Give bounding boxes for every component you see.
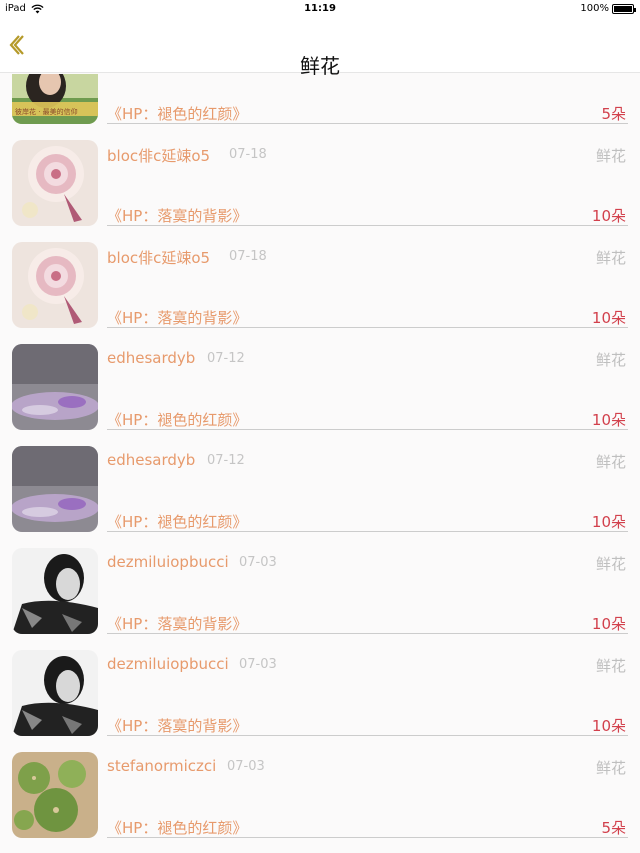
date: 07-18 <box>229 249 267 264</box>
flower-amount: 10朵 <box>591 309 626 327</box>
user-name[interactable]: stefanormiczci <box>107 757 216 775</box>
flower-gift-list[interactable]: 彼岸花 ‧ 最美的信仰 《HP：褪色的红颜》 5朵 bloc俳c延竦o5 07-… <box>0 74 640 853</box>
list-item[interactable]: edhesardyb 07-12 鲜花 《HP：褪色的红颜》 10朵 <box>0 446 640 548</box>
user-name[interactable]: edhesardyb <box>107 451 195 469</box>
book-title[interactable]: 《HP：落寞的背影》 <box>107 307 247 328</box>
list-item[interactable]: edhesardyb 07-12 鲜花 《HP：褪色的红颜》 10朵 <box>0 344 640 446</box>
avatar <box>12 446 98 532</box>
gift-type: 鲜花 <box>595 147 626 165</box>
flower-amount: 5朵 <box>601 105 626 123</box>
avatar <box>12 752 98 838</box>
flower-amount: 10朵 <box>591 615 626 633</box>
user-name[interactable]: dezmiluiopbucci <box>107 655 229 673</box>
avatar <box>12 140 98 226</box>
date: 07-03 <box>239 657 277 672</box>
avatar <box>12 242 98 328</box>
status-bar: iPad 11:19 100% <box>0 0 640 18</box>
book-title[interactable]: 《HP：褪色的红颜》 <box>107 817 247 838</box>
book-title[interactable]: 《HP：落寞的背影》 <box>107 613 247 634</box>
list-item[interactable]: bloc俳c延竦o5 07-18 鲜花 《HP：落寞的背影》 10朵 <box>0 140 640 242</box>
flower-amount: 10朵 <box>591 207 626 225</box>
list-item[interactable]: bloc俳c延竦o5 07-18 鲜花 《HP：落寞的背影》 10朵 <box>0 242 640 344</box>
date: 07-03 <box>239 555 277 570</box>
list-item[interactable]: stefanormiczci 07-03 鲜花 《HP：褪色的红颜》 5朵 <box>0 752 640 853</box>
flower-amount: 10朵 <box>591 513 626 531</box>
book-title[interactable]: 《HP：褪色的红颜》 <box>107 103 247 124</box>
avatar <box>12 650 98 736</box>
gift-type: 鲜花 <box>595 759 626 777</box>
battery-icon <box>612 3 636 14</box>
user-name[interactable]: dezmiluiopbucci <box>107 553 229 571</box>
flower-amount: 10朵 <box>591 411 626 429</box>
flower-amount: 10朵 <box>591 717 626 735</box>
navigation-bar: 鲜花 <box>0 18 640 78</box>
gift-type: 鲜花 <box>595 249 626 267</box>
divider <box>107 429 628 430</box>
gift-type: 鲜花 <box>595 657 626 675</box>
book-title[interactable]: 《HP：褪色的红颜》 <box>107 511 247 532</box>
date: 07-12 <box>207 453 245 468</box>
book-title[interactable]: 《HP：褪色的红颜》 <box>107 409 247 430</box>
divider <box>107 123 628 124</box>
status-right: 100% <box>580 3 636 14</box>
gift-type: 鲜花 <box>595 555 626 573</box>
divider <box>107 837 628 838</box>
user-name[interactable]: bloc俳c延竦o5 <box>107 247 210 268</box>
book-title[interactable]: 《HP：落寞的背影》 <box>107 715 247 736</box>
battery-percent: 100% <box>580 3 609 14</box>
list-item[interactable]: dezmiluiopbucci 07-03 鲜花 《HP：落寞的背影》 10朵 <box>0 650 640 752</box>
avatar <box>12 344 98 430</box>
gift-type: 鲜花 <box>595 351 626 369</box>
flower-amount: 5朵 <box>601 819 626 837</box>
divider <box>107 531 628 532</box>
status-time: 11:19 <box>304 3 336 14</box>
gift-type: 鲜花 <box>595 453 626 471</box>
list-item[interactable]: 彼岸花 ‧ 最美的信仰 《HP：褪色的红颜》 5朵 <box>0 74 640 140</box>
divider <box>107 327 628 328</box>
date: 07-18 <box>229 147 267 162</box>
date: 07-03 <box>227 759 265 774</box>
avatar <box>12 548 98 634</box>
book-title[interactable]: 《HP：落寞的背影》 <box>107 205 247 226</box>
user-name[interactable]: bloc俳c延竦o5 <box>107 145 210 166</box>
list-item[interactable]: dezmiluiopbucci 07-03 鲜花 《HP：落寞的背影》 10朵 <box>0 548 640 650</box>
divider <box>107 735 628 736</box>
divider <box>107 225 628 226</box>
divider <box>107 633 628 634</box>
date: 07-12 <box>207 351 245 366</box>
user-name[interactable]: edhesardyb <box>107 349 195 367</box>
avatar-caption: 彼岸花 ‧ 最美的信仰 <box>15 108 78 116</box>
